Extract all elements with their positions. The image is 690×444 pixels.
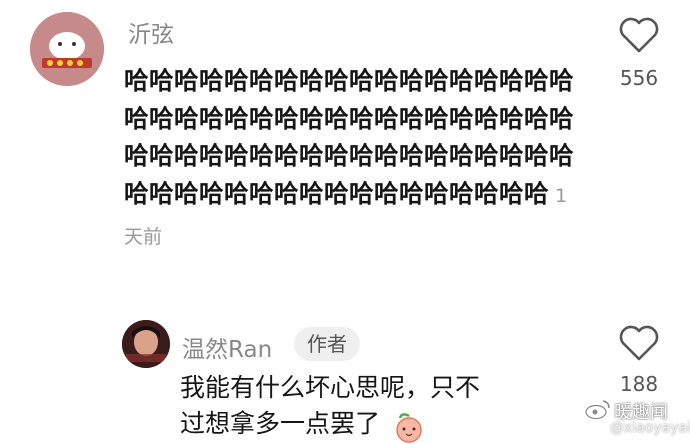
author-username[interactable]: 温然Ran xyxy=(182,330,272,364)
peach-emoji-icon xyxy=(396,413,422,443)
heart-icon[interactable] xyxy=(618,324,660,362)
reply-text: 我能有什么坏心思呢，只不过想拿多一点罢了 xyxy=(180,373,481,438)
watermark: 暖趣闻 @xiaoyayai xyxy=(584,396,690,444)
comment-body: 哈哈哈哈哈哈哈哈哈哈哈哈哈哈哈哈哈哈哈哈哈哈哈哈哈哈哈哈哈哈哈哈哈哈哈哈哈哈哈哈… xyxy=(124,66,574,209)
watermark-handle: @xiaoyayai xyxy=(610,420,690,436)
commenter-avatar[interactable] xyxy=(30,12,104,86)
author-badge: 作者 xyxy=(294,327,360,361)
weibo-icon xyxy=(585,400,610,420)
commenter-username[interactable]: 沂弦 xyxy=(128,15,174,49)
like-count: 188 xyxy=(619,372,659,396)
author-avatar[interactable] xyxy=(122,320,170,368)
comment-text: 哈哈哈哈哈哈哈哈哈哈哈哈哈哈哈哈哈哈哈哈哈哈哈哈哈哈哈哈哈哈哈哈哈哈哈哈哈哈哈哈… xyxy=(124,62,584,257)
like-count: 556 xyxy=(619,66,659,90)
heart-icon[interactable] xyxy=(618,16,660,54)
